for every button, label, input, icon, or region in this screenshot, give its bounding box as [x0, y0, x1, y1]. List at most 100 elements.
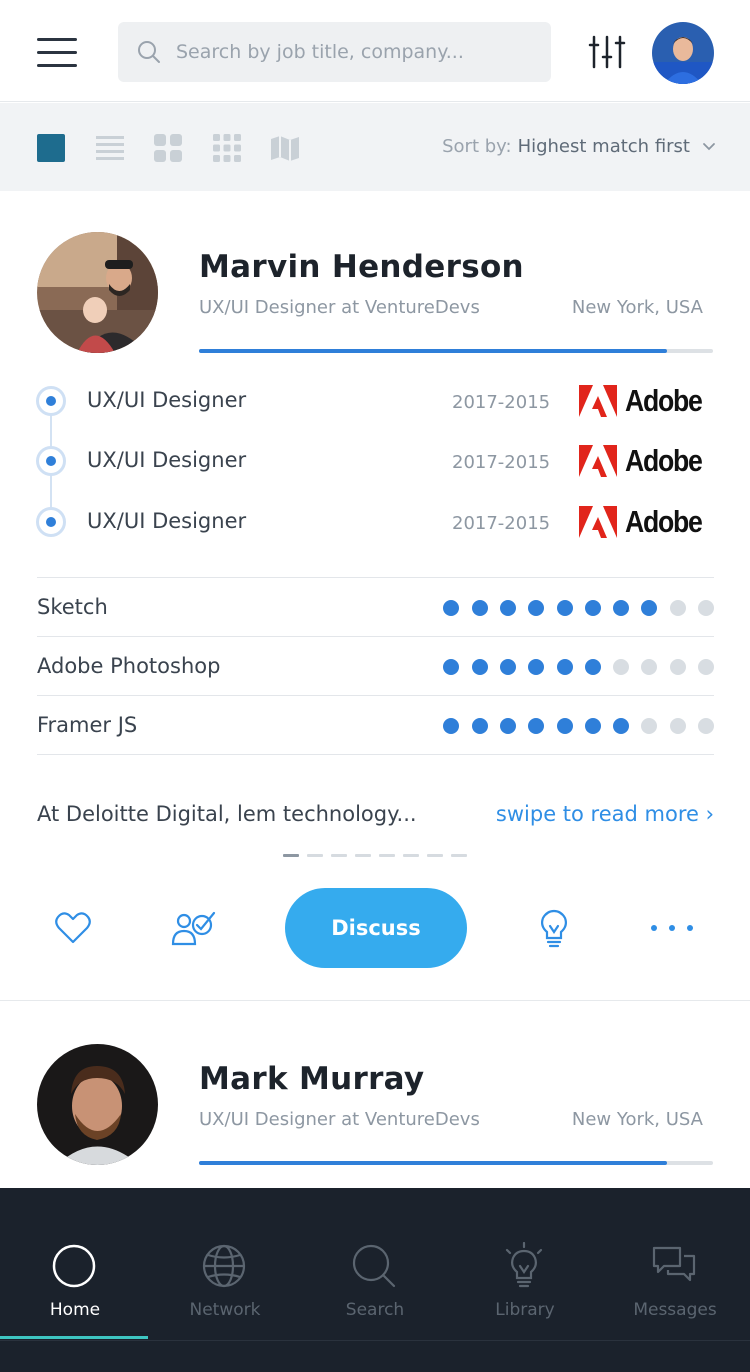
grid-3x3-icon[interactable] — [211, 132, 243, 164]
pager-dot[interactable] — [283, 854, 299, 857]
skill-dot-empty — [669, 659, 686, 675]
card-view-icon[interactable] — [36, 132, 68, 164]
sort-label: Sort by: — [442, 136, 512, 157]
nav-search[interactable]: Search — [300, 1188, 450, 1340]
experience-item[interactable]: UX/UI Designer 2017-2015 Adobe — [0, 443, 750, 487]
search-icon — [138, 41, 160, 63]
skill-dot-filled — [556, 718, 573, 734]
experience-item[interactable]: UX/UI Designer 2017-2015 Adobe — [0, 383, 750, 427]
skill-dot-empty — [698, 718, 714, 734]
company-logo: Adobe — [579, 443, 719, 479]
user-avatar[interactable] — [652, 22, 714, 84]
more-icon[interactable] — [648, 908, 696, 948]
view-toolbar: Sort by: Highest match first — [0, 103, 750, 191]
home-circle-icon — [52, 1244, 96, 1288]
experience-timeline: UX/UI Designer 2017-2015 Adobe UX/UI Des… — [0, 383, 750, 563]
read-more-link[interactable]: swipe to read more › — [496, 802, 714, 826]
sort-dropdown[interactable]: Sort by: Highest match first — [442, 136, 716, 157]
search-input[interactable] — [176, 41, 546, 63]
match-progress-bar — [199, 349, 713, 353]
skill-name: Framer JS — [37, 713, 138, 737]
heart-icon[interactable] — [53, 908, 93, 948]
candidate-name[interactable]: Marvin Henderson — [199, 249, 524, 285]
search-icon — [352, 1244, 396, 1288]
candidate-avatar[interactable] — [37, 232, 158, 353]
skill-dot-empty — [641, 718, 658, 734]
skill-dot-filled — [499, 659, 516, 675]
pager-dot[interactable] — [451, 854, 467, 857]
nav-label: Network — [189, 1300, 261, 1320]
skill-dot-filled — [613, 718, 630, 734]
skill-rating — [431, 600, 714, 616]
experience-years: 2017-2015 — [452, 513, 551, 534]
skill-rating — [431, 659, 714, 675]
grid-2x2-icon[interactable] — [152, 132, 184, 164]
bottom-navigation: Home Network Search Library Messages — [0, 1188, 750, 1372]
candidate-avatar[interactable] — [37, 1044, 158, 1165]
pager-dot[interactable] — [379, 854, 395, 857]
skill-dot-filled — [613, 600, 630, 616]
skill-dot-filled — [471, 659, 488, 675]
skill-dot-filled — [471, 600, 488, 616]
company-name: Adobe — [625, 504, 703, 539]
list-view-icon[interactable] — [94, 132, 126, 164]
map-view-icon[interactable] — [269, 132, 301, 164]
candidate-summary: At Deloitte Digital, lem technology... — [37, 802, 417, 826]
adobe-logo-icon — [579, 445, 617, 477]
lightbulb-icon[interactable] — [534, 908, 574, 948]
nav-divider — [0, 1340, 750, 1341]
experience-item[interactable]: UX/UI Designer 2017-2015 Adobe — [0, 504, 750, 548]
skill-dot-filled — [584, 718, 601, 734]
nav-messages[interactable]: Messages — [600, 1188, 750, 1340]
nav-label: Library — [495, 1300, 555, 1320]
chevron-down-icon — [703, 142, 715, 150]
skill-dot-empty — [613, 659, 630, 675]
pager-dot[interactable] — [427, 854, 443, 857]
nav-label: Messages — [633, 1300, 717, 1320]
skill-row: Adobe Photoshop — [37, 637, 714, 696]
active-tab-indicator — [0, 1336, 148, 1339]
skill-name: Sketch — [37, 595, 108, 619]
skill-dot-filled — [641, 600, 658, 616]
skill-row: Framer JS — [37, 696, 714, 755]
skill-dot-filled — [528, 600, 545, 616]
pager-dot[interactable] — [307, 854, 323, 857]
sort-value: Highest match first — [517, 136, 690, 157]
experience-title: UX/UI Designer — [87, 448, 247, 472]
skill-dot-filled — [556, 659, 573, 675]
candidate-role: UX/UI Designer at VentureDevs — [199, 297, 480, 318]
experience-years: 2017-2015 — [452, 452, 551, 473]
sliders-icon[interactable] — [588, 33, 626, 71]
card-pager — [283, 854, 475, 857]
pager-dot[interactable] — [355, 854, 371, 857]
adobe-logo-icon — [579, 385, 617, 417]
lightbulb-icon — [505, 1242, 543, 1288]
nav-home[interactable]: Home — [0, 1188, 150, 1340]
people-check-icon[interactable] — [170, 908, 216, 948]
discuss-button[interactable]: Discuss — [285, 888, 467, 968]
skill-dot-empty — [698, 600, 714, 616]
skill-dot-filled — [499, 718, 516, 734]
skill-dot-filled — [528, 659, 545, 675]
experience-title: UX/UI Designer — [87, 509, 247, 533]
company-logo: Adobe — [579, 504, 719, 540]
search-bar[interactable] — [118, 22, 551, 82]
pager-dot[interactable] — [331, 854, 347, 857]
nav-network[interactable]: Network — [150, 1188, 300, 1340]
skill-dot-filled — [443, 718, 460, 734]
skill-row: Sketch — [37, 578, 714, 637]
globe-icon — [202, 1244, 246, 1288]
candidate-card[interactable]: Mark Murray UX/UI Designer at VentureDev… — [0, 1003, 750, 1203]
hamburger-icon[interactable] — [37, 38, 77, 68]
candidate-location: New York, USA — [571, 1109, 703, 1130]
candidate-card[interactable]: Marvin Henderson UX/UI Designer at Ventu… — [0, 191, 750, 1001]
pager-dot[interactable] — [403, 854, 419, 857]
skill-dot-empty — [641, 659, 658, 675]
candidate-name[interactable]: Mark Murray — [199, 1061, 424, 1097]
nav-library[interactable]: Library — [450, 1188, 600, 1340]
company-name: Adobe — [625, 383, 703, 418]
experience-title: UX/UI Designer — [87, 388, 247, 412]
match-progress-fill — [199, 1161, 667, 1165]
skill-dot-filled — [528, 718, 545, 734]
skill-dot-filled — [584, 659, 601, 675]
